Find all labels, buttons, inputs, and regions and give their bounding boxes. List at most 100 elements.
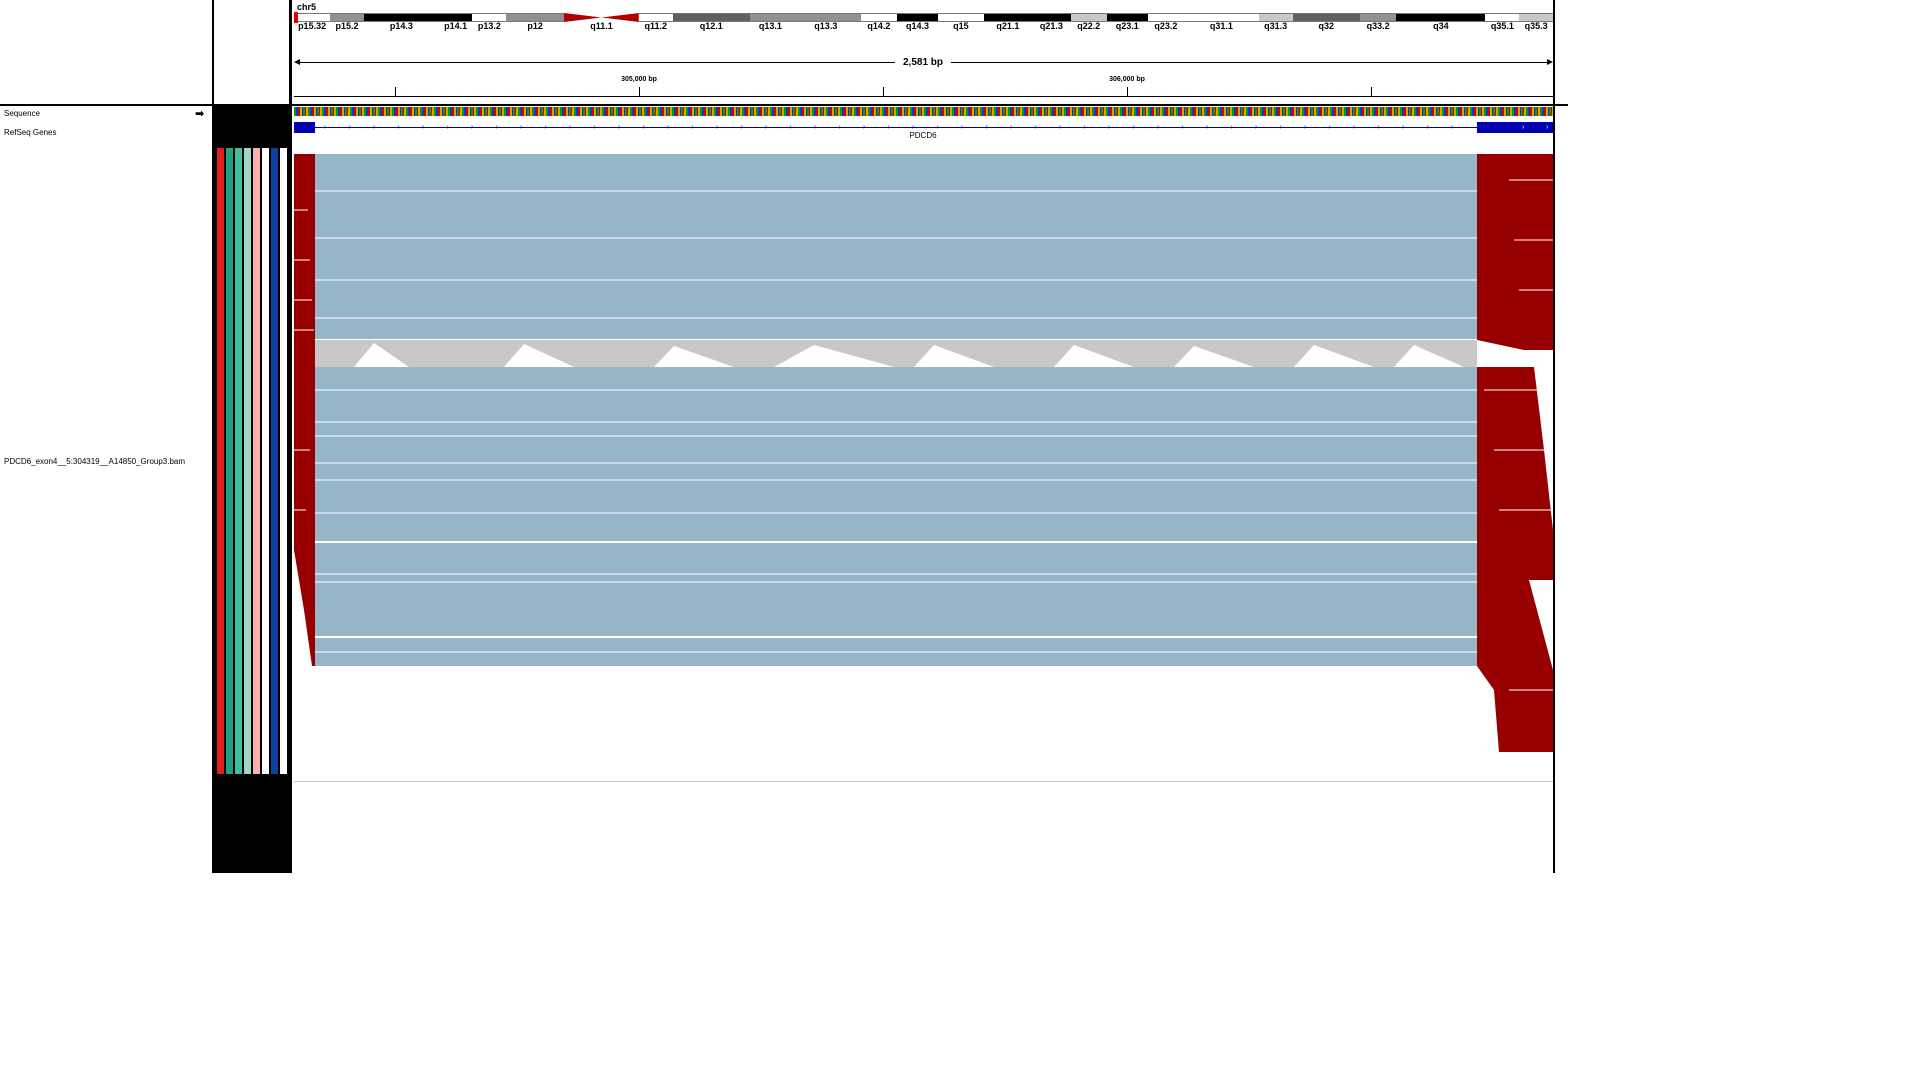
ideogram-band-label: q13.3 [814, 21, 838, 31]
strand-arrow-icon: › [642, 124, 645, 131]
ruler-tick-label: 305,000 bp [621, 76, 657, 83]
strand-arrow-icon: › [1451, 124, 1454, 131]
strand-arrow-icon: › [1402, 124, 1405, 131]
strand-arrow-icon: › [765, 124, 768, 131]
strand-arrow-icon: › [471, 124, 474, 131]
attribute-cell[interactable] [235, 148, 242, 774]
strand-arrow-icon: › [397, 124, 400, 131]
attribute-cell[interactable] [280, 148, 287, 774]
strand-arrow-icon: › [569, 124, 572, 131]
strand-arrow-icon: › [1304, 124, 1307, 131]
attribute-cell[interactable] [217, 148, 224, 774]
strand-arrow-icon: › [422, 124, 425, 131]
attribute-cell[interactable] [271, 148, 278, 774]
strand-arrow-icon: › [740, 124, 743, 131]
header-divider [0, 104, 1568, 106]
strand-arrow-icon: › [887, 124, 890, 131]
ideogram-band-label: q21.3 [1039, 21, 1063, 31]
ideogram-band-label: q31.1 [1209, 21, 1233, 31]
alignment-track[interactable] [294, 150, 1553, 785]
strand-arrow-icon: › [789, 124, 792, 131]
strand-arrow-icon: › [520, 124, 523, 131]
ideogram-band-label: q21.1 [996, 21, 1020, 31]
strand-arrow-icon: › [716, 124, 719, 131]
strand-arrow-icon: › [544, 124, 547, 131]
attribute-cell[interactable] [253, 148, 260, 774]
strand-arrow-icon: › [324, 124, 327, 131]
ideogram-band-label: q31.3 [1264, 21, 1288, 31]
ideogram-band-label: q11.2 [644, 21, 668, 31]
ideogram-band-label: q14.2 [867, 21, 891, 31]
ideogram-band-label: q32 [1318, 21, 1335, 31]
attribute-cell[interactable] [226, 148, 233, 774]
panel-divider[interactable] [289, 0, 292, 873]
strand-arrow-icon: › [1328, 124, 1331, 131]
ruler-tick [1371, 87, 1372, 96]
arrow-right-icon[interactable]: ➡ [195, 107, 204, 120]
strand-arrow-icon: › [1034, 124, 1037, 131]
strand-arrow-icon: › [495, 124, 498, 131]
strand-arrow-icon: › [1353, 124, 1356, 131]
strand-arrow-icon: › [1083, 124, 1086, 131]
strand-arrow-icon: › [1279, 124, 1282, 131]
strand-arrow-icon: › [667, 124, 670, 131]
read-pile-lower [315, 367, 1477, 666]
chromosome-name[interactable]: chr5 [297, 2, 316, 12]
attribute-cell[interactable] [244, 148, 251, 774]
soft-clip-right-upper [1477, 154, 1553, 350]
ideogram-band-label: q35.3 [1524, 21, 1548, 31]
ideogram-band-label: q15 [953, 21, 969, 31]
strand-arrow-icon: › [814, 124, 817, 131]
strand-arrow-icon: › [838, 124, 841, 131]
strand-arrow-icon: › [1010, 124, 1013, 131]
ruler-tick [883, 87, 884, 96]
soft-clip-right-lower [1477, 367, 1553, 752]
ideogram-band-label: q23.2 [1154, 21, 1178, 31]
strand-arrow-icon: › [1181, 124, 1184, 131]
ideogram-band-label: p14.3 [389, 21, 413, 31]
ruler-baseline [294, 96, 1553, 97]
read-pile-upper [315, 154, 1477, 339]
attribute-cell[interactable] [262, 148, 269, 774]
strand-arrow-icon: › [1522, 124, 1525, 131]
strand-arrow-icon: › [1255, 124, 1258, 131]
strand-arrow-icon: › [961, 124, 964, 131]
ideogram-band-label: q35.1 [1490, 21, 1514, 31]
track-bottom-line [294, 781, 1553, 782]
ideogram-band-label: p15.2 [335, 21, 359, 31]
sequence-track-name[interactable]: Sequence [4, 109, 40, 118]
alignment-track-name[interactable]: PDCD6_exon4__5:304319__A14850_Group3.bam [4, 457, 185, 466]
strand-arrow-icon: › [1377, 124, 1380, 131]
track-name-panel: Sequence ➡ RefSeq Genes PDCD6_exon4__5:3… [0, 0, 212, 873]
strand-arrow-icon: › [373, 124, 376, 131]
data-panel-border [1553, 0, 1555, 873]
ruler-span-label: 2,581 bp [894, 57, 952, 68]
strand-arrow-icon: › [936, 124, 939, 131]
panel-divider[interactable] [212, 0, 214, 873]
ideogram-band-label: q12.1 [699, 21, 723, 31]
ideogram-band-label: p13.2 [477, 21, 501, 31]
strand-arrow-icon: › [1108, 124, 1111, 131]
strand-arrow-icon: › [593, 124, 596, 131]
ideogram-band-label: q22.2 [1077, 21, 1101, 31]
strand-arrow-icon: › [1546, 124, 1549, 131]
sequence-track[interactable] [294, 107, 1553, 116]
ruler-tick [395, 87, 396, 96]
strand-arrow-icon: › [446, 124, 449, 131]
strand-arrow-icon: › [1157, 124, 1160, 131]
strand-arrow-icon: › [912, 124, 915, 131]
strand-arrow-icon: › [1426, 124, 1429, 131]
attribute-panel [214, 106, 289, 873]
strand-arrow-icon: › [1132, 124, 1135, 131]
genes-track-name[interactable]: RefSeq Genes [4, 128, 56, 137]
ideogram-band-label: p12 [527, 21, 543, 31]
strand-arrow-icon: › [618, 124, 621, 131]
strand-arrow-icon: › [691, 124, 694, 131]
ruler-tick-label: 306,000 bp [1109, 76, 1145, 83]
strand-arrow-icon: › [1230, 124, 1233, 131]
arrow-left-icon [294, 59, 300, 65]
gene-label[interactable]: PDCD6 [909, 131, 936, 140]
strand-arrow-icon: › [985, 124, 988, 131]
ideogram-band-label: q13.1 [758, 21, 782, 31]
soft-clip-left [294, 154, 315, 666]
